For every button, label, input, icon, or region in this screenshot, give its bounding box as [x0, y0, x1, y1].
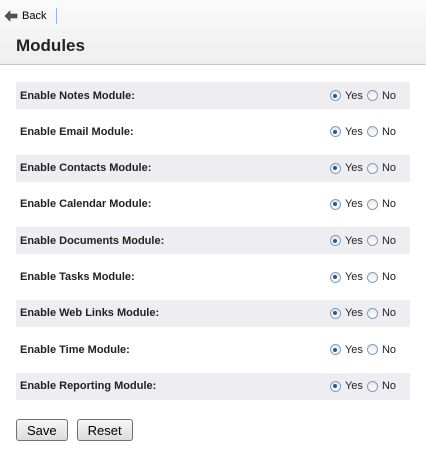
no-label: No [381, 198, 396, 211]
yes-label: Yes [344, 89, 363, 102]
module-radio-group: Yes No [329, 125, 410, 138]
yes-radio[interactable] [329, 271, 341, 283]
yes-radio[interactable] [329, 344, 341, 356]
module-row-time: Enable Time Module: Yes No [16, 336, 410, 363]
module-label: Enable Web Links Module: [20, 307, 160, 320]
no-label: No [381, 125, 396, 138]
no-label: No [381, 343, 396, 356]
yes-radio[interactable] [329, 198, 341, 210]
module-radio-group: Yes No [329, 380, 410, 393]
module-radio-group: Yes No [329, 343, 410, 356]
back-button[interactable]: Back [4, 7, 46, 25]
module-radio-group: Yes No [329, 198, 410, 211]
module-label: Enable Email Module: [20, 125, 134, 138]
module-radio-group: Yes No [329, 307, 410, 320]
no-label: No [381, 307, 396, 320]
module-row-calendar: Enable Calendar Module: Yes No [16, 191, 410, 218]
arrow-left-icon [4, 10, 18, 22]
page-header: Back Modules [0, 0, 426, 65]
no-label: No [381, 380, 396, 393]
module-radio-group: Yes No [329, 271, 410, 284]
module-row-web-links: Enable Web Links Module: Yes No [16, 299, 410, 327]
module-label: Enable Tasks Module: [20, 271, 135, 284]
module-label: Enable Contacts Module: [20, 162, 152, 175]
no-radio[interactable] [366, 162, 378, 174]
yes-label: Yes [344, 162, 363, 175]
page-title: Modules [16, 36, 85, 55]
yes-radio[interactable] [329, 126, 341, 138]
yes-label: Yes [344, 271, 363, 284]
no-radio[interactable] [366, 307, 378, 319]
no-radio[interactable] [366, 271, 378, 283]
no-radio[interactable] [366, 126, 378, 138]
yes-label: Yes [344, 198, 363, 211]
yes-label: Yes [344, 125, 363, 138]
yes-label: Yes [344, 380, 363, 393]
yes-label: Yes [344, 307, 363, 320]
module-row-notes: Enable Notes Module: Yes No [16, 82, 410, 109]
module-row-documents: Enable Documents Module: Yes No [16, 227, 410, 255]
module-label: Enable Reporting Module: [20, 380, 157, 393]
module-row-email: Enable Email Module: Yes No [16, 118, 410, 145]
reset-button[interactable]: Reset [76, 419, 133, 441]
no-radio[interactable] [366, 235, 378, 247]
no-label: No [381, 162, 396, 175]
yes-radio[interactable] [329, 380, 341, 392]
no-label: No [381, 271, 396, 284]
module-radio-group: Yes No [329, 162, 410, 175]
toolbar-separator [56, 8, 57, 24]
yes-radio[interactable] [329, 162, 341, 174]
yes-label: Yes [344, 343, 363, 356]
form-actions: Save Reset [16, 419, 133, 441]
module-label: Enable Calendar Module: [20, 198, 152, 211]
module-row-reporting: Enable Reporting Module: Yes No [16, 372, 410, 400]
module-label: Enable Documents Module: [20, 234, 165, 247]
no-radio[interactable] [366, 90, 378, 101]
back-label: Back [22, 10, 47, 22]
yes-radio[interactable] [329, 235, 341, 247]
yes-radio[interactable] [329, 307, 341, 319]
save-button[interactable]: Save [16, 419, 68, 441]
yes-radio[interactable] [329, 90, 341, 101]
no-label: No [381, 89, 396, 102]
yes-label: Yes [344, 234, 363, 247]
modules-list: Enable Notes Module: Yes No Enable Email… [16, 82, 410, 409]
no-label: No [381, 234, 396, 247]
module-row-tasks: Enable Tasks Module: Yes No [16, 264, 410, 291]
module-radio-group: Yes No [329, 234, 410, 247]
no-radio[interactable] [366, 344, 378, 356]
no-radio[interactable] [366, 198, 378, 210]
module-label: Enable Time Module: [20, 343, 130, 356]
module-radio-group: Yes No [329, 89, 410, 102]
module-label: Enable Notes Module: [20, 89, 135, 102]
no-radio[interactable] [366, 380, 378, 392]
module-row-contacts: Enable Contacts Module: Yes No [16, 154, 410, 182]
